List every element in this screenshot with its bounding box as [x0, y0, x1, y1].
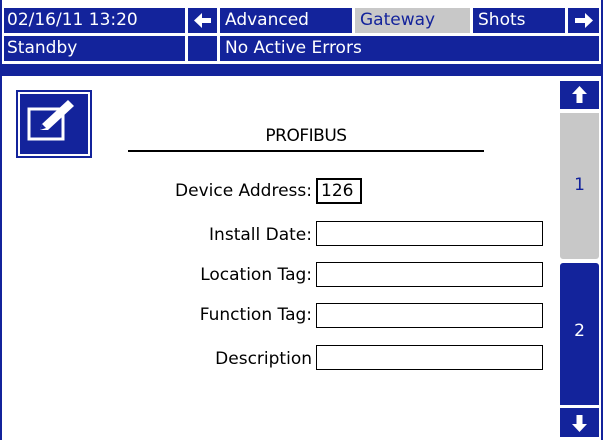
function-tag-label: Function Tag: [199, 305, 312, 325]
page-2-label: 2 [574, 321, 585, 341]
location-tag-field[interactable] [316, 262, 543, 287]
panel-title-underline [128, 150, 484, 152]
status-indicator [187, 35, 218, 62]
tab-advanced[interactable]: Advanced [219, 7, 353, 34]
next-tab-button[interactable] [567, 7, 600, 34]
device-address-field[interactable]: 126 [316, 178, 362, 204]
description-label: Description [215, 349, 312, 369]
prev-tab-button[interactable] [187, 7, 218, 34]
arrow-right-icon [575, 13, 593, 28]
datetime-display: 02/16/11 13:20 [3, 7, 186, 34]
arrow-up-icon [572, 86, 587, 103]
arrow-left-icon [194, 13, 211, 28]
panel-title: PROFIBUS [265, 126, 347, 146]
edit-button[interactable] [16, 90, 92, 158]
page-1-label: 1 [574, 175, 585, 195]
status-errors: No Active Errors [219, 35, 600, 62]
tab-gateway[interactable]: Gateway [354, 7, 471, 34]
tab-shots[interactable]: Shots [472, 7, 566, 34]
header-divider [0, 64, 603, 76]
install-date-label: Install Date: [209, 225, 312, 245]
function-tag-field[interactable] [316, 303, 543, 328]
description-field[interactable] [316, 345, 543, 370]
scroll-down-button[interactable] [559, 407, 600, 438]
edit-icon [27, 100, 74, 141]
install-date-field[interactable] [316, 221, 543, 246]
status-mode: Standby [3, 35, 186, 62]
arrow-down-icon [572, 415, 587, 432]
device-address-label: Device Address: [175, 181, 312, 201]
page-1-button[interactable]: 1 [559, 112, 600, 260]
scroll-up-button[interactable] [559, 80, 600, 110]
location-tag-label: Location Tag: [200, 265, 312, 285]
page-2-button[interactable]: 2 [559, 262, 600, 406]
